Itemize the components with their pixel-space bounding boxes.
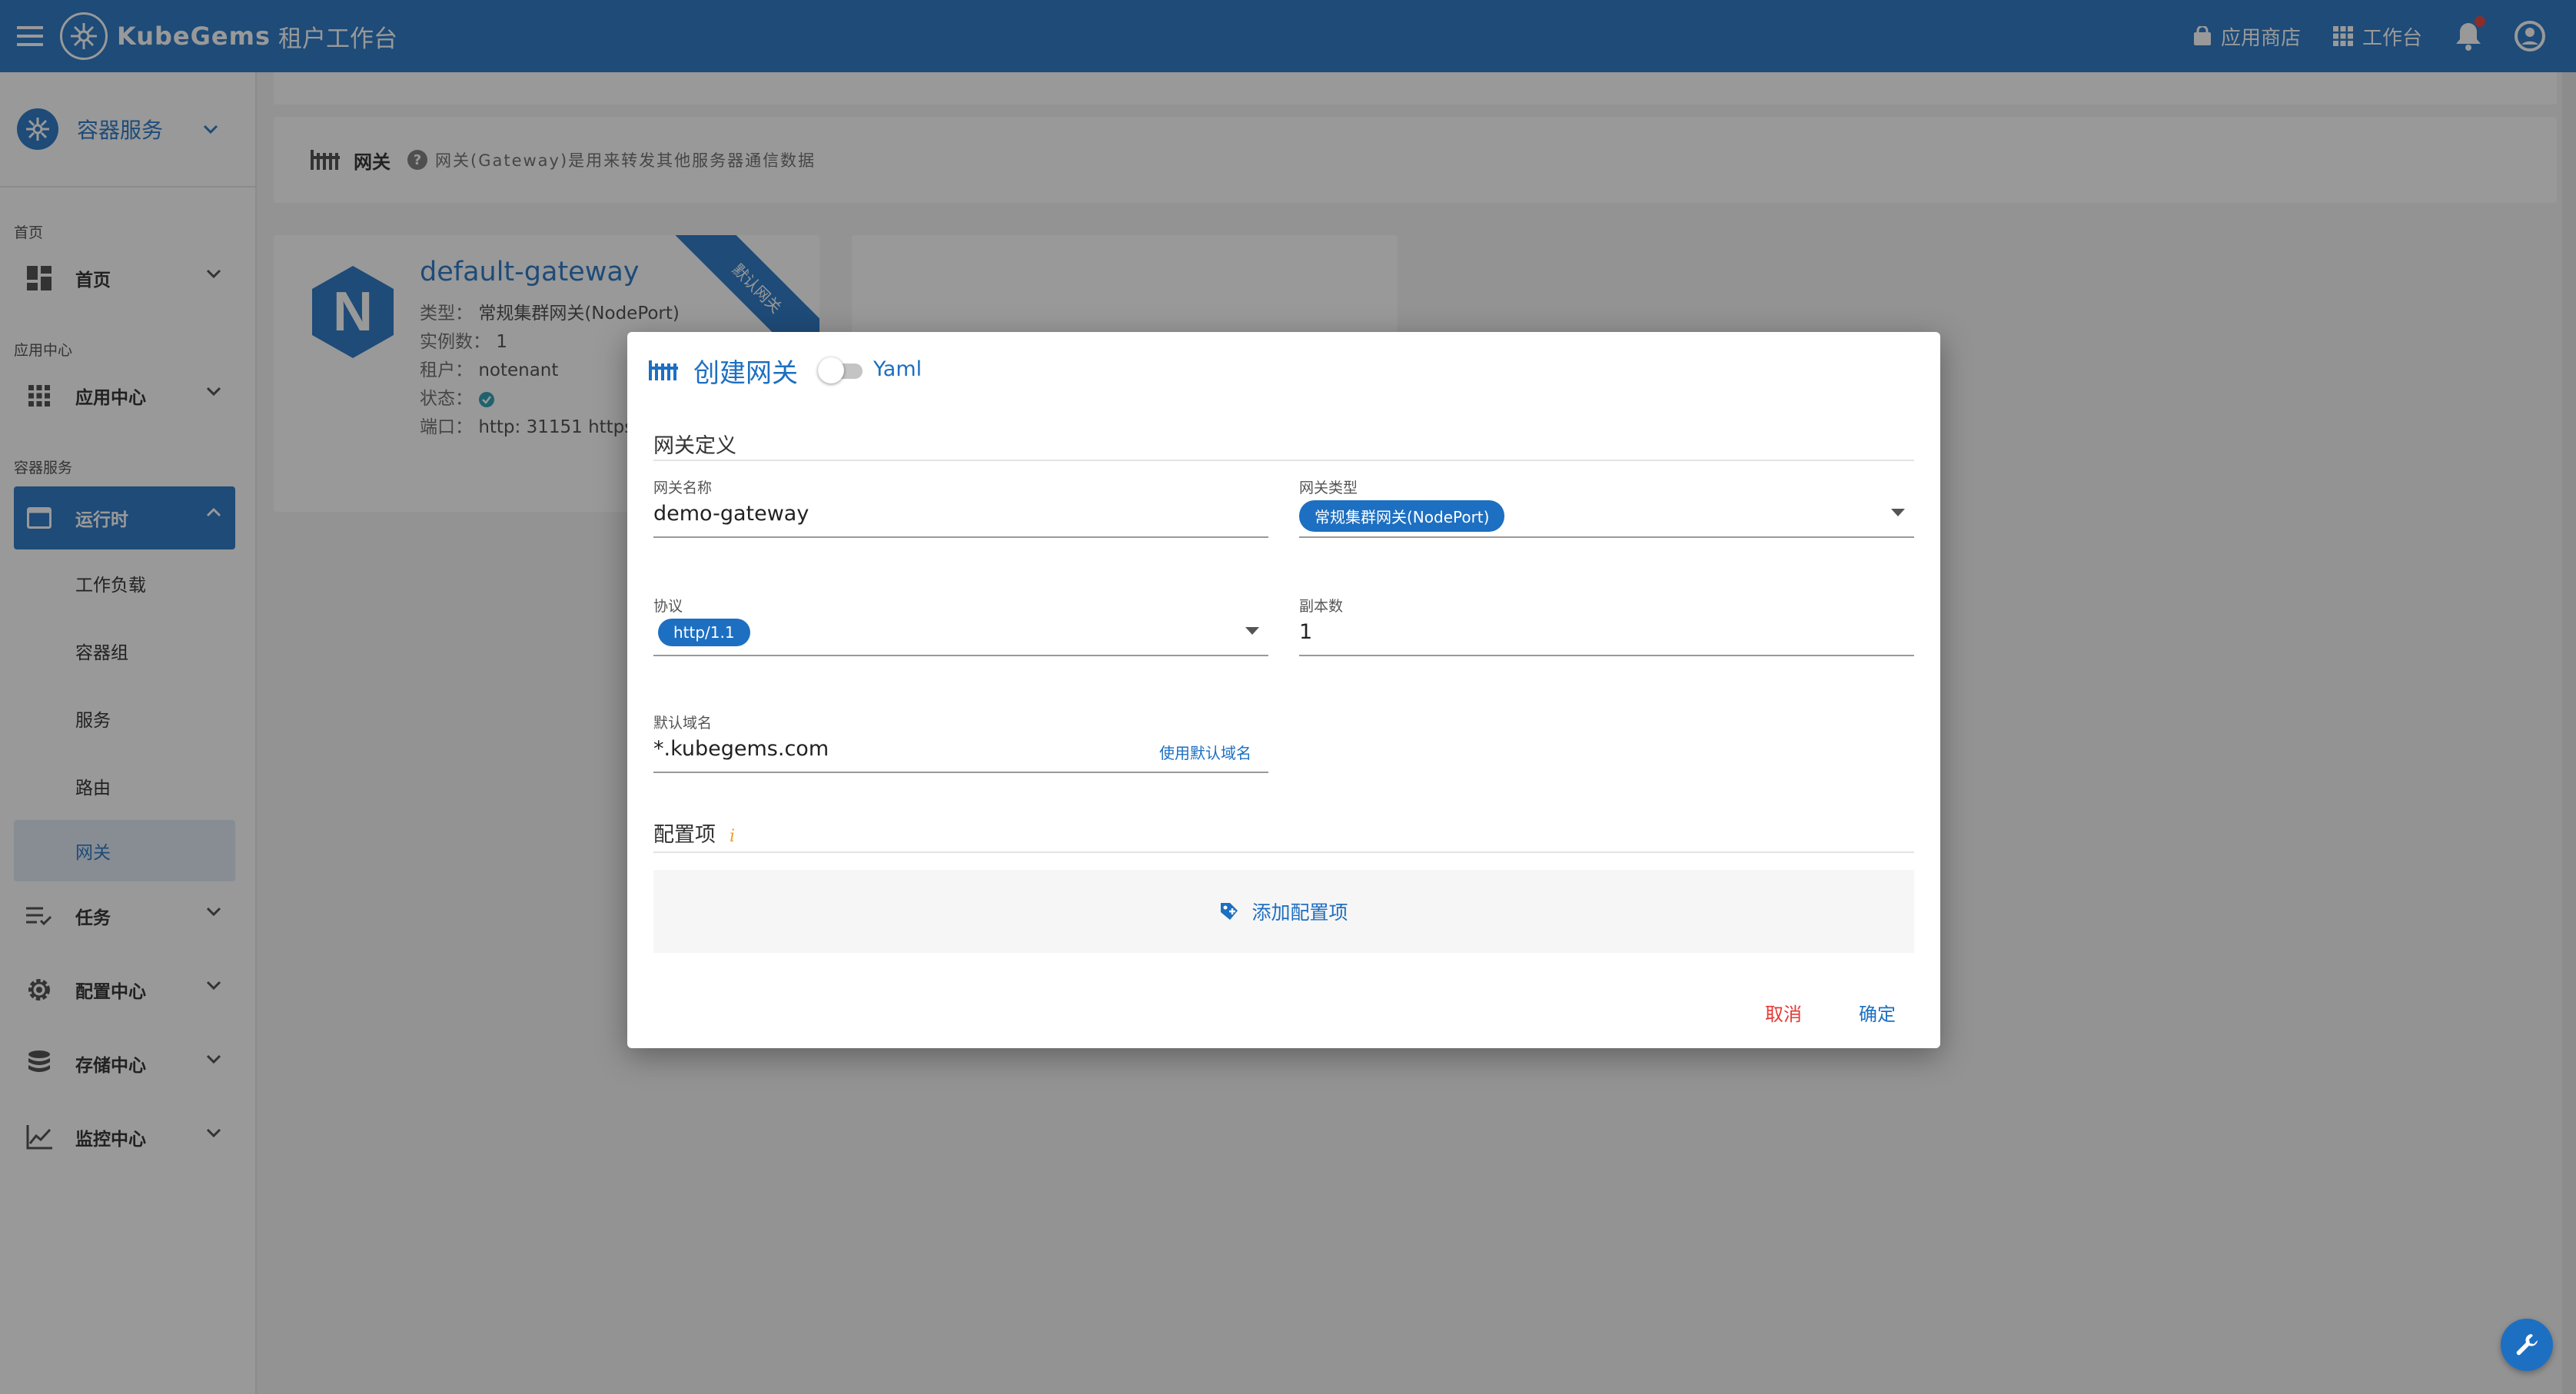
add-config-item-label: 添加配置项 [1251, 901, 1348, 924]
protocol-select[interactable]: 协议 http/1.1 [653, 595, 1268, 656]
dropdown-arrow-icon[interactable] [1245, 627, 1259, 635]
field-underline [1299, 536, 1914, 538]
replicas-input[interactable]: 1 [1299, 620, 1914, 644]
confirm-button[interactable]: 确定 [1859, 999, 1896, 1026]
divider [653, 460, 1914, 461]
field-underline [1299, 655, 1914, 656]
yaml-toggle-label: Yaml [873, 357, 922, 381]
yaml-toggle[interactable] [818, 357, 863, 383]
section-config-items: 配置项 i [653, 818, 735, 848]
default-domain-label: 默认域名 [653, 715, 713, 732]
gateway-name-label: 网关名称 [653, 480, 713, 496]
gateway-name-input[interactable]: demo-gateway [653, 502, 1268, 526]
field-underline [653, 536, 1268, 538]
protocol-chip[interactable]: http/1.1 [658, 619, 750, 646]
section-gateway-definition: 网关定义 [653, 434, 736, 458]
field-underline [653, 655, 1268, 656]
divider [653, 851, 1914, 853]
gateway-type-label: 网关类型 [1299, 480, 1358, 496]
add-tag-icon [1221, 903, 1238, 920]
gateway-name-field[interactable]: 网关名称 demo-gateway [653, 476, 1268, 538]
gateway-type-chip[interactable]: 常规集群网关(NodePort) [1299, 500, 1505, 532]
cancel-button[interactable]: 取消 [1765, 999, 1802, 1026]
add-config-item-button[interactable]: 添加配置项 [653, 870, 1914, 953]
default-domain-field[interactable]: 默认域名 *.kubegems.com 使用默认域名 [653, 712, 1268, 773]
protocol-label: 协议 [653, 598, 683, 615]
tools-fab[interactable] [2501, 1319, 2553, 1371]
replicas-label: 副本数 [1299, 598, 1344, 615]
dropdown-arrow-icon[interactable] [1891, 509, 1905, 516]
use-default-domain-link[interactable]: 使用默认域名 [1159, 741, 1251, 763]
create-gateway-dialog: 创建网关 Yaml 网关定义 网关名称 demo-gateway 网关类型 常规… [627, 332, 1940, 1048]
dialog-header: 创建网关 Yaml [649, 347, 922, 393]
gateway-type-select[interactable]: 网关类型 常规集群网关(NodePort) [1299, 476, 1914, 538]
dialog-title: 创建网关 [693, 357, 798, 389]
yaml-toggle-thumb [818, 357, 844, 383]
section-config-label: 配置项 [653, 823, 716, 847]
replicas-field[interactable]: 副本数 1 [1299, 595, 1914, 656]
field-underline [653, 772, 1268, 773]
gateway-icon [649, 360, 678, 380]
info-icon[interactable]: i [730, 827, 735, 846]
wrench-icon [2516, 1334, 2538, 1356]
